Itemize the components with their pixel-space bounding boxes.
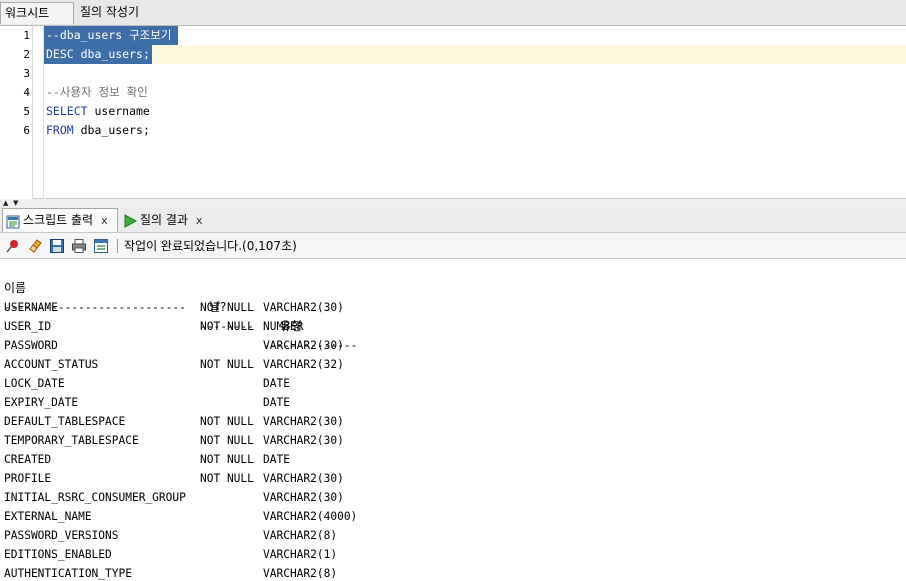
column-name: AUTHENTICATION_TYPE	[4, 567, 132, 580]
column-type: DATE	[263, 396, 290, 409]
column-type: DATE	[263, 377, 290, 390]
current-line-highlight	[44, 45, 906, 64]
column-null: NOT NULL	[200, 320, 254, 333]
column-name: EDITIONS_ENABLED	[4, 548, 112, 561]
script-output-icon	[6, 214, 20, 228]
output-dash-row: --------------------------- -------- ---…	[4, 279, 357, 352]
code-line-select[interactable]: SELECT username	[44, 102, 150, 121]
comment-text: --dba_users 구조보기	[46, 28, 172, 42]
column-type: NUMBER	[263, 320, 304, 333]
column-type: VARCHAR2(30)	[263, 472, 344, 485]
code-text: dba_users;	[73, 123, 150, 137]
output-toolbar: 작업이 완료되었습니다.(0,107초)	[0, 233, 906, 259]
column-null: NOT NULL	[200, 434, 254, 447]
tab-query-builder[interactable]: 질의 작성기	[76, 2, 143, 24]
splitter-up-icon[interactable]: ▲	[3, 199, 8, 207]
column-type: VARCHAR2(30)	[263, 434, 344, 447]
column-name: USERNAME	[4, 301, 58, 314]
eraser-icon[interactable]	[27, 238, 43, 254]
code-text: dba_users;	[73, 47, 150, 61]
code-line-comment[interactable]: --사용자 정보 확인	[44, 83, 148, 102]
column-null: NOT NULL	[200, 453, 254, 466]
code-line-comment[interactable]: --dba_users 구조보기	[44, 26, 178, 45]
tab-worksheet[interactable]: 워크시트	[0, 2, 74, 24]
status-text: 작업이 완료되었습니다.(0,107초)	[124, 239, 297, 253]
line-number: 4	[23, 86, 30, 99]
close-icon[interactable]: x	[196, 209, 203, 232]
column-name: EXPIRY_DATE	[4, 396, 79, 409]
column-type: VARCHAR2(4000)	[263, 510, 358, 523]
column-type: VARCHAR2(30)	[263, 301, 344, 314]
column-name: LOCK_DATE	[4, 377, 65, 390]
keyword-select: SELECT	[46, 104, 88, 118]
keyword-from: FROM	[46, 123, 74, 137]
column-null: NOT NULL	[200, 358, 254, 371]
close-icon[interactable]: x	[101, 209, 108, 232]
toolbar-divider	[117, 238, 118, 253]
tab-label: 스크립트 출력	[23, 213, 94, 227]
column-null: NOT NULL	[200, 301, 254, 314]
column-name: ACCOUNT_STATUS	[4, 358, 99, 371]
tab-script-output[interactable]: 스크립트 출력 x	[2, 208, 118, 232]
top-tab-strip: 워크시트 질의 작성기	[0, 0, 906, 26]
line-number: 6	[23, 124, 30, 137]
save-icon[interactable]	[49, 238, 65, 254]
pane-splitter[interactable]: ▲ ▼	[0, 199, 906, 207]
tab-query-result[interactable]: 질의 결과 x	[121, 208, 203, 232]
column-name: CREATED	[4, 453, 52, 466]
code-text: username	[87, 104, 150, 118]
print-icon[interactable]	[71, 238, 87, 254]
column-name: PASSWORD_VERSIONS	[4, 529, 119, 542]
column-type: VARCHAR2(1)	[263, 548, 338, 561]
column-type: DATE	[263, 453, 290, 466]
output-header-row: 이름 널? 유형	[4, 260, 302, 333]
comment-text: --사용자 정보 확인	[46, 85, 148, 99]
column-name: INITIAL_RSRC_CONSUMER_GROUP	[4, 491, 186, 504]
splitter-down-icon[interactable]: ▼	[13, 199, 18, 207]
line-number: 3	[23, 67, 30, 80]
code-line-empty[interactable]	[44, 64, 46, 83]
column-null: NOT NULL	[200, 472, 254, 485]
sql-editor[interactable]: 1 2 3 4 5 6 --dba_users 구조보기 DESC dba_us…	[0, 26, 906, 199]
column-type: VARCHAR2(30)	[263, 491, 344, 504]
column-null: NOT NULL	[200, 415, 254, 428]
code-line-desc[interactable]: DESC dba_users;	[44, 45, 152, 64]
column-name: USER_ID	[4, 320, 52, 333]
column-type: VARCHAR2(32)	[263, 358, 344, 371]
keyword-desc: DESC	[46, 47, 74, 61]
run-play-icon	[123, 213, 138, 228]
column-name: DEFAULT_TABLESPACE	[4, 415, 126, 428]
line-number: 1	[23, 29, 30, 42]
column-type: VARCHAR2(8)	[263, 567, 338, 580]
column-type: VARCHAR2(8)	[263, 529, 338, 542]
line-number: 5	[23, 105, 30, 118]
column-name: TEMPORARY_TABLESPACE	[4, 434, 139, 447]
line-number-gutter: 1 2 3 4 5 6	[0, 26, 33, 199]
output-tab-strip: 스크립트 출력 x 질의 결과 x	[0, 207, 906, 233]
column-name: PROFILE	[4, 472, 52, 485]
tab-label: 질의 결과	[140, 212, 188, 227]
line-number: 2	[23, 48, 30, 61]
column-name: PASSWORD	[4, 339, 58, 352]
script-output-pane[interactable]: 이름 널? 유형 --------------------------- ---…	[0, 259, 906, 581]
column-name: EXTERNAL_NAME	[4, 510, 92, 523]
pin-icon[interactable]	[5, 238, 21, 254]
column-type: VARCHAR2(30)	[263, 339, 344, 352]
column-type: VARCHAR2(30)	[263, 415, 344, 428]
code-line-from[interactable]: FROM dba_users;	[44, 121, 150, 140]
export-icon[interactable]	[93, 238, 109, 254]
